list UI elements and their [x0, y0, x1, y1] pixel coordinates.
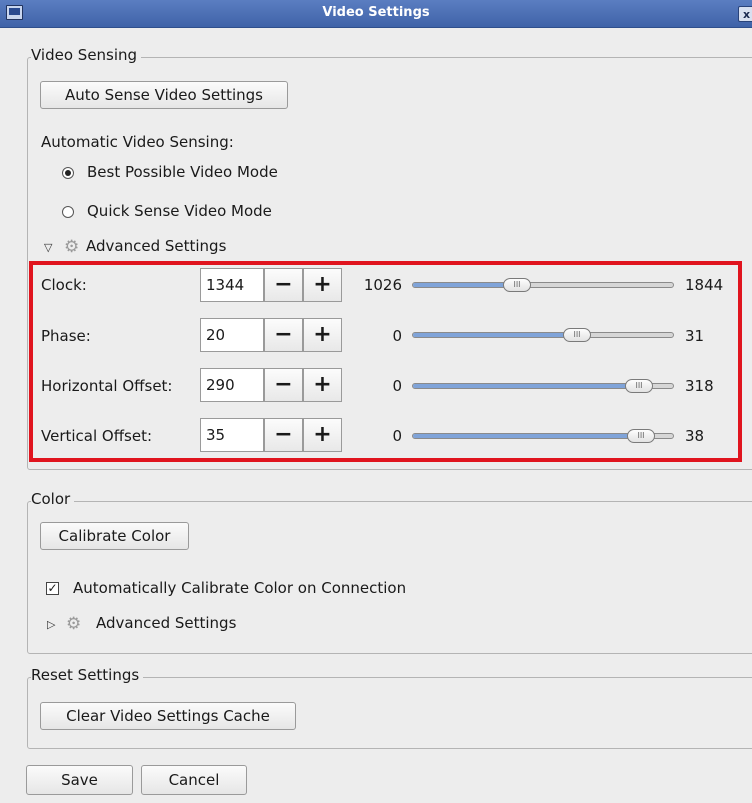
- cancel-button[interactable]: Cancel: [141, 765, 247, 795]
- horizontal-offset-slider-thumb[interactable]: III: [625, 379, 653, 393]
- vertical-offset-slider[interactable]: III: [412, 429, 674, 443]
- clock-input[interactable]: 1344: [200, 268, 264, 302]
- vertical-offset-input[interactable]: 35: [200, 418, 264, 452]
- vertical-offset-min-label: 0: [392, 427, 402, 445]
- phase-increment-button[interactable]: +: [303, 318, 342, 352]
- vertical-offset-increment-button[interactable]: +: [303, 418, 342, 452]
- quick-mode-label[interactable]: Quick Sense Video Mode: [87, 202, 272, 220]
- automatic-sensing-label: Automatic Video Sensing:: [41, 133, 234, 151]
- horizontal-offset-max-label: 318: [685, 377, 714, 395]
- clock-slider-thumb[interactable]: III: [503, 278, 531, 292]
- best-mode-radio[interactable]: [62, 167, 74, 179]
- phase-input[interactable]: 20: [200, 318, 264, 352]
- auto-calibrate-checkbox[interactable]: ✓: [46, 582, 59, 595]
- video-advanced-label[interactable]: Advanced Settings: [86, 237, 226, 255]
- gear-icon: ⚙: [66, 614, 82, 634]
- horizontal-offset-increment-button[interactable]: +: [303, 368, 342, 402]
- save-button[interactable]: Save: [26, 765, 133, 795]
- expander-closed-icon[interactable]: ▷: [47, 618, 55, 631]
- phase-slider-fill: [413, 333, 577, 337]
- phase-max-label: 31: [685, 327, 705, 345]
- horizontal-offset-slider[interactable]: III: [412, 379, 674, 393]
- vertical-offset-max-label: 38: [685, 427, 705, 445]
- best-mode-label[interactable]: Best Possible Video Mode: [87, 163, 278, 181]
- clock-increment-button[interactable]: +: [303, 268, 342, 302]
- vertical-offset-label: Vertical Offset:: [41, 427, 153, 445]
- clock-label: Clock:: [41, 276, 87, 294]
- horizontal-offset-label: Horizontal Offset:: [41, 377, 173, 395]
- color-advanced-label[interactable]: Advanced Settings: [96, 614, 236, 632]
- video-sensing-legend: Video Sensing: [31, 46, 142, 64]
- window-title: Video Settings: [322, 5, 430, 20]
- expander-open-icon[interactable]: ▽: [44, 241, 52, 254]
- gear-icon: ⚙: [64, 237, 80, 257]
- auto-sense-button[interactable]: Auto Sense Video Settings: [40, 81, 288, 109]
- title-bar: Video Settings x: [0, 0, 752, 28]
- quick-mode-radio[interactable]: [62, 206, 74, 218]
- clock-decrement-button[interactable]: −: [264, 268, 303, 302]
- phase-min-label: 0: [392, 327, 402, 345]
- clock-slider[interactable]: III: [412, 278, 674, 292]
- close-button[interactable]: x: [738, 6, 752, 22]
- vertical-offset-slider-thumb[interactable]: III: [627, 429, 655, 443]
- horizontal-offset-min-label: 0: [392, 377, 402, 395]
- clear-cache-button[interactable]: Clear Video Settings Cache: [40, 702, 296, 730]
- phase-label: Phase:: [41, 327, 91, 345]
- vertical-offset-decrement-button[interactable]: −: [264, 418, 303, 452]
- horizontal-offset-input[interactable]: 290: [200, 368, 264, 402]
- auto-calibrate-label[interactable]: Automatically Calibrate Color on Connect…: [73, 579, 406, 597]
- phase-decrement-button[interactable]: −: [264, 318, 303, 352]
- clock-slider-fill: [413, 283, 517, 287]
- clock-min-label: 1026: [363, 276, 402, 294]
- vertical-offset-slider-fill: [413, 434, 641, 438]
- clock-max-label: 1844: [685, 276, 724, 294]
- horizontal-offset-slider-fill: [413, 384, 639, 388]
- phase-slider[interactable]: III: [412, 328, 674, 342]
- calibrate-color-button[interactable]: Calibrate Color: [40, 522, 189, 550]
- reset-legend: Reset Settings: [31, 666, 144, 684]
- horizontal-offset-decrement-button[interactable]: −: [264, 368, 303, 402]
- color-legend: Color: [31, 490, 75, 508]
- phase-slider-thumb[interactable]: III: [563, 328, 591, 342]
